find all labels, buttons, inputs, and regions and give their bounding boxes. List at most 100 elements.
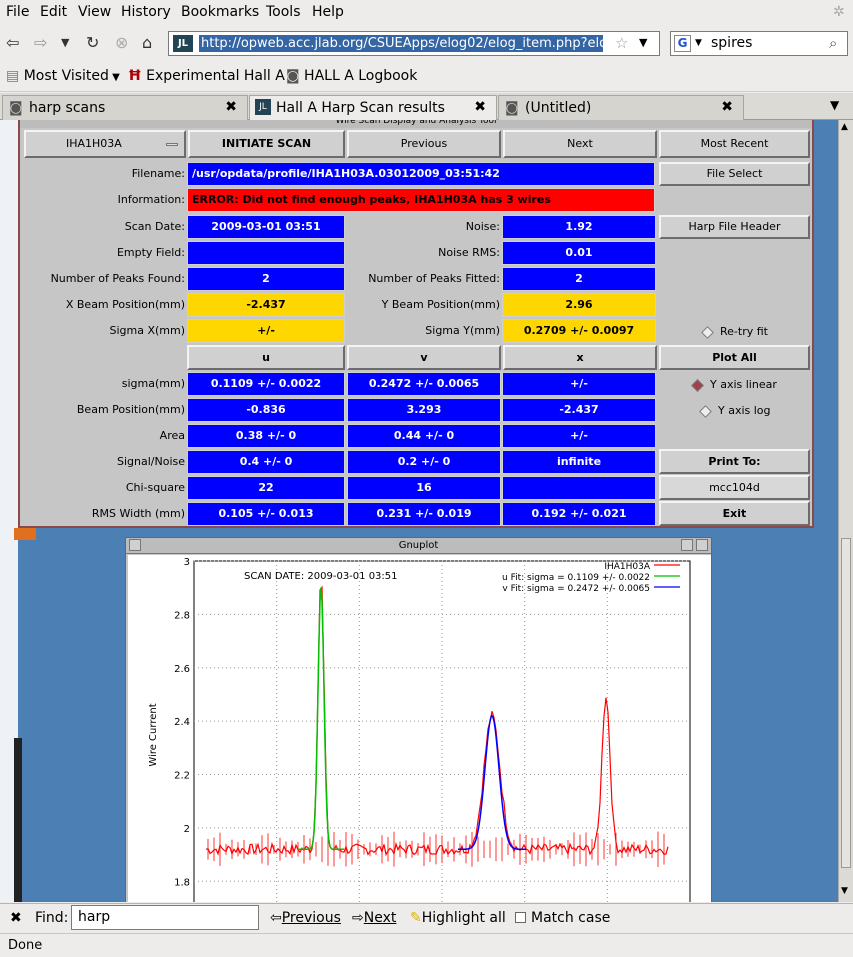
- find-next-label: Next: [363, 910, 397, 926]
- page-dark-strip: [14, 738, 22, 902]
- url-bar[interactable]: JL http://opweb.acc.jlab.org/CSUEApps/el…: [168, 31, 660, 56]
- wire-scan-tool-title: Wire Scan Display and Analysis Tool: [20, 120, 812, 128]
- highlighter-icon: ✎: [410, 910, 422, 926]
- column-header-v[interactable]: v: [347, 345, 501, 370]
- highlight-all-label: Highlight all: [421, 910, 506, 926]
- back-icon[interactable]: ⇦: [6, 33, 19, 52]
- plot-all-button[interactable]: Plot All: [659, 345, 810, 370]
- y-tick-label: 1.8: [174, 877, 190, 888]
- tab-hall-a-harp-scan-results[interactable]: JL Hall A Harp Scan results ✖: [249, 95, 497, 120]
- noise-rms-label: Noise RMS:: [438, 246, 500, 259]
- close-findbar-icon[interactable]: ✖: [10, 910, 22, 926]
- next-arrow-icon: ⇨: [352, 910, 364, 926]
- minimize-icon[interactable]: [681, 539, 693, 551]
- home-icon[interactable]: ⌂: [142, 33, 152, 52]
- search-input[interactable]: spires: [711, 35, 752, 51]
- highlight-all-button[interactable]: ✎Highlight all: [410, 910, 506, 926]
- scroll-down-icon[interactable]: ▼: [841, 886, 848, 896]
- peaks-fitted-field: 2: [502, 267, 656, 291]
- y-axis-linear-radio[interactable]: Y axis linear: [691, 378, 777, 392]
- menu-file[interactable]: File: [6, 4, 29, 20]
- search-engine-dropdown-icon[interactable]: ▼: [695, 38, 702, 48]
- tab-harp-scans[interactable]: ◙ harp scans ✖: [2, 95, 248, 120]
- find-previous-button[interactable]: ⇦Previous: [270, 910, 341, 926]
- history-dropdown-icon[interactable]: ▼: [61, 36, 69, 49]
- scan-date-label: Scan Date:: [124, 220, 185, 233]
- sigma-v-field: 0.2472 +/- 0.0065: [347, 372, 501, 396]
- forward-icon[interactable]: ⇨: [34, 33, 47, 52]
- y-tick-label: 2.8: [174, 610, 190, 621]
- beam-position-u-field: -0.836: [187, 398, 345, 422]
- y-axis-log-label: Y axis log: [718, 404, 771, 417]
- close-tab-icon[interactable]: ✖: [225, 99, 237, 115]
- most-recent-button[interactable]: Most Recent: [659, 130, 810, 158]
- harp-file-header-button[interactable]: Harp File Header: [659, 215, 810, 239]
- area-v-field: 0.44 +/- 0: [347, 424, 501, 448]
- initiate-scan-button[interactable]: INITIATE SCAN: [188, 130, 345, 158]
- print-to-button[interactable]: Print To:: [659, 449, 810, 474]
- sigma-y-field: 0.2709 +/- 0.0097: [502, 319, 656, 343]
- signal-noise-v-field: 0.2 +/- 0: [347, 450, 501, 474]
- y-axis-linear-label: Y axis linear: [710, 378, 777, 391]
- search-icon[interactable]: ⌕: [829, 34, 837, 52]
- close-tab-icon[interactable]: ✖: [721, 99, 733, 115]
- radio-indicator-icon: [701, 325, 714, 339]
- next-button[interactable]: Next: [503, 130, 657, 158]
- signal-noise-u-field: 0.4 +/- 0: [187, 450, 345, 474]
- tab-list-icon[interactable]: ▼: [830, 98, 839, 112]
- stop-icon[interactable]: ⊗: [115, 33, 128, 52]
- url-dropdown-icon[interactable]: ▼: [639, 36, 647, 49]
- menu-tools[interactable]: Tools: [266, 4, 301, 20]
- bookmark-most-visited[interactable]: ▤ Most Visited ▼: [6, 68, 120, 84]
- url-text[interactable]: http://opweb.acc.jlab.org/CSUEApps/elog0…: [199, 35, 603, 52]
- bookmark-experimental-hall-a[interactable]: Ħ Experimental Hall A: [128, 68, 285, 84]
- menu-bookmarks[interactable]: Bookmarks: [181, 4, 259, 20]
- chi-square-v-field: 16: [347, 476, 501, 500]
- reload-icon[interactable]: ↻: [86, 33, 99, 52]
- match-case-checkbox[interactable]: Match case: [515, 910, 610, 926]
- filename-field: /usr/opdata/profile/IHA1H03A.03012009_03…: [187, 162, 655, 186]
- close-tab-icon[interactable]: ✖: [474, 99, 486, 115]
- row-label-chi-square: Chi-square: [125, 481, 185, 494]
- scroll-up-icon[interactable]: ▲: [841, 122, 848, 132]
- menu-history[interactable]: History: [121, 4, 171, 20]
- scan-date-annotation: SCAN DATE: 2009-03-01 03:51: [244, 571, 398, 582]
- previous-button[interactable]: Previous: [347, 130, 501, 158]
- page-content: Wire Scan Display and Analysis Tool IHA1…: [0, 120, 838, 902]
- gnuplot-title: Gnuplot: [398, 540, 439, 551]
- peaks-found-field: 2: [187, 267, 345, 291]
- column-header-x[interactable]: x: [503, 345, 657, 370]
- row-label-signal-noise: Signal/Noise: [116, 455, 185, 468]
- match-case-label: Match case: [531, 910, 611, 926]
- window-menu-icon[interactable]: [129, 539, 141, 551]
- harp-select[interactable]: IHA1H03A: [24, 130, 186, 158]
- tab-bar: ◙ harp scans ✖ JL Hall A Harp Scan resul…: [0, 93, 853, 120]
- scrollbar-thumb[interactable]: [841, 538, 851, 868]
- google-icon[interactable]: G: [674, 35, 691, 52]
- menu-help[interactable]: Help: [312, 4, 344, 20]
- search-bar[interactable]: G ▼ spires ⌕: [670, 31, 848, 56]
- find-query-text: harp: [78, 909, 111, 925]
- find-input[interactable]: harp: [71, 905, 259, 930]
- information-label: Information:: [117, 193, 185, 206]
- bookmark-hall-a-logbook[interactable]: ◙ HALL A Logbook: [286, 68, 417, 84]
- bookmark-star-icon[interactable]: ☆: [615, 34, 628, 52]
- peaks-fitted-label: Number of Peaks Fitted:: [368, 272, 500, 285]
- column-header-u[interactable]: u: [187, 345, 345, 370]
- page-scrollbar[interactable]: ▲ ▼: [838, 120, 853, 902]
- menu-edit[interactable]: Edit: [40, 4, 67, 20]
- y-axis-log-radio[interactable]: Y axis log: [699, 404, 771, 418]
- option-menu-icon: [166, 143, 178, 146]
- menu-view[interactable]: View: [78, 4, 111, 20]
- tab-label: (Untitled): [525, 100, 592, 116]
- retry-fit-radio[interactable]: Re-try fit: [701, 325, 768, 339]
- site-favicon-icon: JL: [255, 99, 271, 115]
- maximize-icon[interactable]: [696, 539, 708, 551]
- previous-arrow-icon: ⇦: [270, 910, 282, 926]
- gnuplot-titlebar: Gnuplot: [126, 538, 711, 554]
- tab-untitled[interactable]: ◙ (Untitled) ✖: [498, 95, 744, 120]
- file-select-button[interactable]: File Select: [659, 162, 810, 186]
- find-next-button[interactable]: ⇨Next: [352, 910, 396, 926]
- printer-field[interactable]: mcc104d: [659, 475, 810, 500]
- exit-button[interactable]: Exit: [659, 501, 810, 526]
